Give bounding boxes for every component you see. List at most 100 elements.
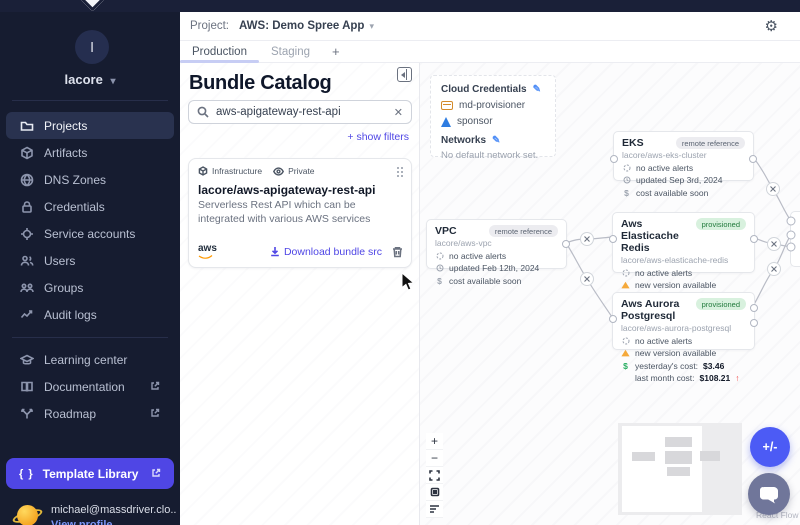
warning-triangle-icon — [621, 281, 630, 289]
sidebar-item-roadmap[interactable]: Roadmap — [6, 400, 174, 427]
sidebar-item-artifacts[interactable]: Artifacts — [6, 139, 174, 166]
sidebar-item-label: Projects — [44, 119, 87, 133]
external-link-icon — [151, 467, 161, 481]
cube-icon — [20, 146, 34, 160]
node-elasticache-redis[interactable]: Aws Elasticache Redis provisioned lacore… — [612, 212, 755, 273]
book-icon — [20, 380, 34, 394]
status-badge: remote reference — [676, 137, 745, 149]
connection-handle[interactable] — [787, 231, 795, 239]
org-name: lacore — [65, 72, 103, 87]
app-window: l lacore ▾ Projects Artifacts DNS Zones … — [0, 0, 800, 525]
bundle-description: Serverless Rest API which can be integra… — [198, 198, 398, 226]
connection-handle[interactable] — [749, 155, 757, 163]
lock-icon — [20, 200, 34, 214]
edge-delete-icon[interactable] — [767, 183, 780, 196]
connection-handle[interactable] — [609, 315, 617, 323]
status-badge: provisioned — [696, 298, 746, 310]
bundle-catalog-panel: Bundle Catalog ✕ + show filters Infrastr… — [180, 63, 420, 525]
connection-handle[interactable] — [750, 304, 758, 312]
package-icon — [198, 166, 208, 176]
zoom-in-button[interactable]: + — [426, 433, 443, 450]
sidebar-item-service-accounts[interactable]: Service accounts — [6, 220, 174, 247]
eye-icon — [273, 167, 284, 176]
warning-triangle-icon — [621, 349, 630, 357]
node-aurora-postgresql[interactable]: Aws Aurora Postgresql provisioned lacore… — [612, 292, 755, 350]
edge-delete-icon[interactable] — [768, 238, 781, 251]
sidebar-item-learning-center[interactable]: Learning center — [6, 346, 174, 373]
clear-search-icon[interactable]: ✕ — [394, 106, 403, 119]
graduation-cap-icon — [20, 353, 34, 367]
collapse-panel-icon[interactable] — [397, 67, 412, 82]
sidebar-item-users[interactable]: Users — [6, 247, 174, 274]
node-vpc[interactable]: VPC remote reference lacore/aws-vpc no a… — [426, 219, 567, 269]
sidebar-item-label: Groups — [44, 281, 83, 295]
divider — [12, 100, 168, 101]
org-avatar[interactable]: l — [75, 30, 109, 64]
aws-logo: aws — [198, 244, 217, 259]
tab-staging[interactable]: Staging — [259, 41, 322, 62]
settings-gear-icon[interactable]: ⚙ — [765, 19, 778, 34]
sidebar-nav: Projects Artifacts DNS Zones Credentials… — [6, 112, 174, 328]
catalog-title: Bundle Catalog — [189, 72, 331, 95]
sidebar-item-label: Roadmap — [44, 407, 96, 421]
edge-delete-icon[interactable] — [581, 233, 594, 246]
sidebar-item-label: Users — [44, 254, 75, 268]
tab-production[interactable]: Production — [180, 41, 259, 62]
dollar-icon: $ — [435, 276, 444, 286]
dollar-icon: $ — [622, 188, 631, 198]
connection-handle[interactable] — [610, 155, 618, 163]
edge-delete-icon[interactable] — [581, 273, 594, 286]
connection-handle[interactable] — [787, 217, 795, 225]
fit-view-button[interactable] — [426, 467, 443, 484]
sidebar-item-credentials[interactable]: Credentials — [6, 193, 174, 220]
alert-circle-icon — [621, 269, 630, 277]
connection-handle[interactable] — [750, 235, 758, 243]
search-input[interactable] — [216, 106, 387, 118]
chat-icon — [759, 485, 779, 504]
download-bundle-link[interactable]: Download bundle src — [270, 246, 382, 258]
user-avatar[interactable] — [14, 502, 41, 525]
alert-circle-icon — [622, 164, 631, 172]
sidebar-item-documentation[interactable]: Documentation — [6, 373, 174, 400]
connection-handle[interactable] — [562, 240, 570, 248]
lock-interactive-button[interactable] — [426, 484, 443, 501]
trash-icon[interactable] — [392, 246, 403, 258]
sidebar-item-groups[interactable]: Groups — [6, 274, 174, 301]
braces-icon: { } — [19, 468, 34, 480]
zoom-fab-button[interactable]: +/- — [750, 427, 790, 467]
bundle-card[interactable]: Infrastructure Private lacore/aws-apigat… — [188, 158, 412, 268]
architecture-canvas[interactable]: Cloud Credentials ✎ md-provisioner spons… — [420, 63, 800, 525]
add-environment-button[interactable]: + — [322, 44, 350, 59]
branch-icon — [20, 407, 34, 421]
connection-handle[interactable] — [750, 319, 758, 327]
folder-icon — [20, 119, 34, 133]
zoom-out-button[interactable]: − — [426, 450, 443, 467]
project-label: Project: — [190, 20, 229, 32]
org-switcher[interactable]: lacore ▾ — [0, 72, 180, 87]
massdriver-logo-icon — [80, 0, 104, 12]
sidebar-item-label: Credentials — [44, 200, 105, 214]
bundle-title: lacore/aws-apigateway-rest-api — [198, 183, 375, 197]
environment-tabs: Production Staging + — [180, 41, 800, 63]
node-eks[interactable]: EKS remote reference lacore/aws-eks-clus… — [613, 131, 754, 181]
minimap[interactable] — [618, 423, 742, 515]
edge-delete-icon[interactable] — [768, 263, 781, 276]
project-header: Project: AWS: Demo Spree App ▾ ⚙ — [180, 12, 800, 41]
drag-handle[interactable] — [396, 166, 403, 177]
group-icon — [20, 281, 34, 295]
auto-layout-button[interactable] — [426, 501, 443, 518]
view-profile-link[interactable]: View profile — [51, 519, 176, 525]
sidebar-item-projects[interactable]: Projects — [6, 112, 174, 139]
clock-icon — [622, 176, 631, 184]
show-filters-link[interactable]: + show filters — [347, 131, 409, 143]
chat-bubble-button[interactable] — [748, 473, 790, 515]
user-profile-row: michael@massdriver.clo... View profile — [14, 496, 176, 525]
sidebar-item-audit-logs[interactable]: Audit logs — [6, 301, 174, 328]
alert-circle-icon — [435, 252, 444, 260]
project-selector[interactable]: AWS: Demo Spree App — [239, 20, 364, 32]
template-library-button[interactable]: { } Template Library — [6, 458, 174, 489]
connection-handle[interactable] — [609, 235, 617, 243]
offscreen-node-handles — [787, 217, 795, 251]
connection-handle[interactable] — [787, 243, 795, 251]
sidebar-item-dns-zones[interactable]: DNS Zones — [6, 166, 174, 193]
